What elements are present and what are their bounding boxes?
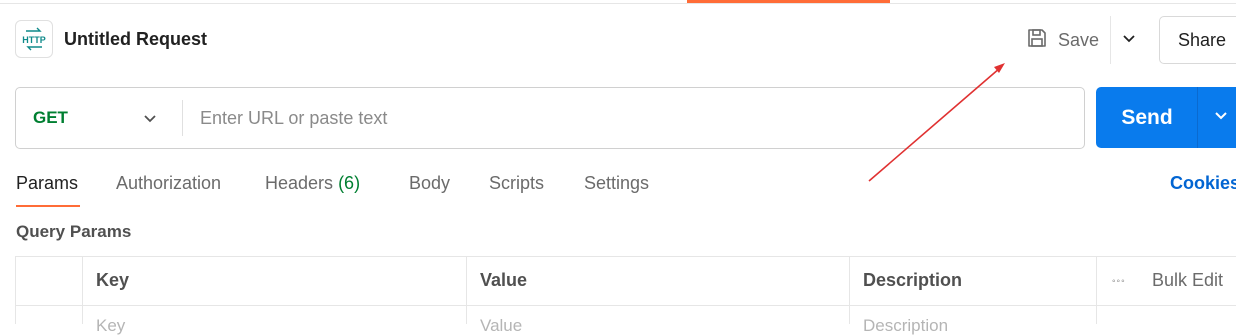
tab-label: Authorization xyxy=(116,173,222,193)
request-title[interactable]: Untitled Request xyxy=(64,29,207,50)
method-value: GET xyxy=(33,108,68,127)
save-icon xyxy=(1026,27,1048,54)
save-options-button[interactable] xyxy=(1114,24,1144,56)
tab-params[interactable]: Params xyxy=(16,173,78,194)
tab-label: Params xyxy=(16,173,79,193)
row-divider xyxy=(15,305,1236,306)
save-label: Save xyxy=(1058,29,1100,50)
tab-label: Headers xyxy=(265,173,334,193)
url-input[interactable] xyxy=(200,102,1060,134)
column-header-key: Key xyxy=(96,270,130,290)
tab-settings[interactable]: Settings xyxy=(584,173,649,194)
top-border xyxy=(0,0,1236,4)
url-bar: GET xyxy=(15,87,1085,149)
query-params-table xyxy=(15,256,1236,324)
tab-authorization[interactable]: Authorization xyxy=(116,173,221,194)
key-input[interactable]: Key xyxy=(96,316,125,336)
http-icon: HTTP xyxy=(15,20,53,58)
column-divider xyxy=(849,256,850,324)
chevron-down-icon xyxy=(1213,107,1229,128)
url-divider xyxy=(182,100,183,136)
tab-label: Settings xyxy=(584,173,650,193)
send-button[interactable]: Send xyxy=(1096,87,1198,148)
chevron-down-icon xyxy=(1121,30,1137,51)
column-header-description: Description xyxy=(863,270,963,290)
headers-count: (6) xyxy=(338,173,361,193)
bulk-edit-button[interactable]: Bulk Edit xyxy=(1152,270,1223,291)
column-divider xyxy=(82,256,83,324)
cookies-link[interactable]: Cookies xyxy=(1170,173,1236,194)
http-icon-text: HTTP xyxy=(22,35,46,45)
chevron-down-icon xyxy=(142,110,158,131)
tab-headers[interactable]: Headers (6) xyxy=(265,173,360,194)
column-divider xyxy=(466,256,467,324)
query-params-title: Query Params xyxy=(16,222,132,241)
tab-body[interactable]: Body xyxy=(409,173,450,194)
tab-scripts[interactable]: Scripts xyxy=(489,173,544,194)
description-input[interactable]: Description xyxy=(863,316,948,336)
more-icon[interactable]: ◦◦◦ xyxy=(1112,276,1126,287)
tab-label: Scripts xyxy=(489,173,545,193)
send-options-button[interactable] xyxy=(1198,87,1236,148)
save-divider xyxy=(1110,16,1111,64)
tab-label: Body xyxy=(409,173,451,193)
method-select[interactable]: GET xyxy=(16,88,182,148)
active-request-tab-indicator[interactable] xyxy=(687,0,890,3)
value-input[interactable]: Value xyxy=(480,316,522,336)
column-divider xyxy=(1096,256,1097,324)
share-button[interactable]: Share xyxy=(1159,16,1236,64)
column-header-value: Value xyxy=(480,270,528,290)
save-button[interactable]: Save xyxy=(1018,20,1110,60)
active-tab-underline xyxy=(16,205,80,207)
